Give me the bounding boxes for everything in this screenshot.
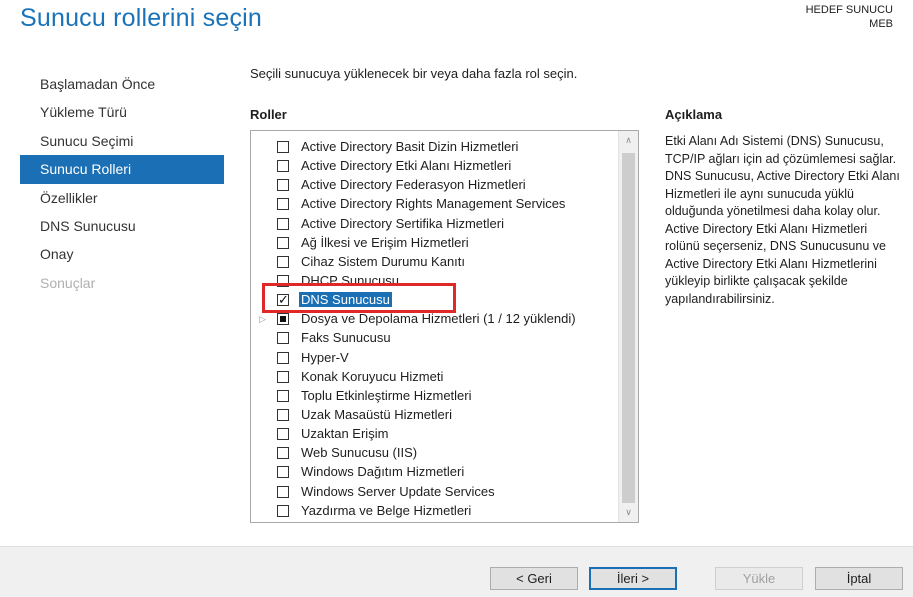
role-list-item[interactable]: Web Sunucusu (IIS)	[251, 444, 619, 463]
sidebar-step-item[interactable]: Özellikler	[20, 184, 224, 212]
role-label: Ağ İlkesi ve Erişim Hizmetleri	[301, 234, 469, 250]
role-label: Active Directory Etki Alanı Hizmetleri	[301, 158, 512, 174]
role-checkbox[interactable]	[277, 447, 289, 460]
role-checkbox[interactable]	[277, 332, 289, 345]
role-checkbox[interactable]	[277, 141, 289, 153]
sidebar-step-item[interactable]: DNS Sunucusu	[20, 212, 224, 240]
instruction-text: Seçili sunucuya yüklenecek bir veya daha…	[250, 66, 578, 81]
role-checkbox[interactable]	[277, 255, 289, 268]
destination-server-name: MEB	[869, 18, 893, 30]
role-label: Faks Sunucusu	[301, 330, 391, 346]
role-list-item[interactable]: Uzak Masaüstü Hizmetleri	[251, 406, 619, 425]
role-checkbox[interactable]	[277, 313, 289, 326]
role-list-item[interactable]: Cihaz Sistem Durumu Kanıtı	[251, 253, 619, 272]
role-label: Active Directory Basit Dizin Hizmetleri	[301, 139, 519, 154]
role-checkbox[interactable]	[277, 217, 289, 230]
role-checkbox[interactable]	[277, 160, 289, 173]
sidebar-step-item[interactable]: Sunucu Seçimi	[20, 127, 224, 155]
scroll-up-icon[interactable]: ∧	[619, 135, 638, 146]
description-heading: Açıklama	[665, 107, 723, 122]
description-text: Etki Alanı Adı Sistemi (DNS) Sunucusu, T…	[665, 134, 900, 306]
role-checkbox[interactable]	[277, 198, 289, 211]
role-label: Hyper-V	[301, 349, 349, 365]
roles-list[interactable]: Active Directory Basit Dizin Hizmetleri A…	[250, 130, 639, 523]
cancel-button[interactable]: İptal	[815, 567, 903, 590]
role-list-item[interactable]: Windows Dağıtım Hizmetleri	[251, 463, 619, 482]
destination-server-label: HEDEF SUNUCU	[805, 4, 893, 16]
role-list-item[interactable]: Toplu Etkinleştirme Hizmetleri	[251, 387, 619, 406]
role-list-item[interactable]: Active Directory Rights Management Servi…	[251, 195, 619, 214]
install-button[interactable]: Yükle	[715, 567, 803, 590]
role-label: Windows Server Update Services	[301, 483, 495, 499]
next-button[interactable]: İleri >	[589, 567, 677, 590]
page-title: Sunucu rollerini seçin	[20, 4, 263, 32]
role-checkbox[interactable]	[277, 504, 289, 517]
expand-arrow-icon[interactable]: ▷	[259, 314, 266, 325]
role-list-item[interactable]: Active Directory Federasyon Hizmetleri	[251, 176, 619, 195]
sidebar-step-item[interactable]: Başlamadan Önce	[20, 70, 224, 98]
scroll-down-icon[interactable]: ∨	[619, 507, 638, 518]
role-label: DNS Sunucusu	[299, 292, 392, 308]
role-label: Uzaktan Erişim	[301, 426, 389, 442]
role-checkbox[interactable]	[277, 236, 289, 249]
role-label: Windows Dağıtım Hizmetleri	[301, 464, 465, 480]
role-label: Uzak Masaüstü Hizmetleri	[301, 406, 452, 422]
role-label: Active Directory Federasyon Hizmetleri	[301, 177, 526, 193]
role-list-item[interactable]: Active Directory Etki Alanı Hizmetleri	[251, 157, 619, 176]
role-checkbox[interactable]	[277, 408, 289, 421]
role-label: Yazdırma ve Belge Hizmetleri	[301, 502, 472, 518]
role-label: Toplu Etkinleştirme Hizmetleri	[301, 387, 472, 403]
scrollbar-thumb[interactable]	[622, 153, 635, 503]
wizard-footer: < Geri İleri > Yükle İptal	[0, 546, 913, 597]
wizard-steps-sidebar: Başlamadan Önce Yükleme Türü Sunucu Seçimi…	[20, 70, 224, 297]
role-label: DHCP Sunucusu	[301, 272, 400, 288]
roles-list-scrollbar[interactable]: ∧ ∨	[618, 131, 638, 522]
role-label: Dosya ve Depolama Hizmetleri (1 / 12 yük…	[301, 311, 576, 327]
role-checkbox[interactable]	[277, 274, 289, 287]
role-label: Konak Koruyucu Hizmeti	[301, 368, 444, 384]
role-label: Active Directory Sertifika Hizmetleri	[301, 215, 504, 231]
role-list-item[interactable]: Konak Koruyucu Hizmeti	[251, 368, 619, 387]
role-checkbox[interactable]	[277, 389, 289, 402]
role-label: Web Sunucusu (IIS)	[301, 445, 418, 461]
role-list-item[interactable]: Uzaktan Erişim	[251, 425, 619, 444]
role-checkbox[interactable]	[277, 292, 289, 308]
roles-heading: Roller	[250, 107, 287, 122]
sidebar-step-item[interactable]: Sunucu Rolleri	[20, 155, 224, 184]
role-list-item[interactable]: Windows Server Update Services	[251, 483, 619, 502]
destination-server: HEDEF SUNUCU MEB	[806, 3, 893, 31]
role-label: Cihaz Sistem Durumu Kanıtı	[301, 253, 466, 269]
sidebar-step-item[interactable]: Yükleme Türü	[20, 98, 224, 126]
role-list-item[interactable]: ▷ Dosya ve Depolama Hizmetleri (1 / 12 yü…	[251, 310, 619, 329]
role-list-item[interactable]: Active Directory Sertifika Hizmetleri	[251, 215, 619, 234]
role-list-item[interactable]: Faks Sunucusu	[251, 329, 619, 348]
sidebar-step-item[interactable]: Onay	[20, 240, 224, 268]
role-checkbox[interactable]	[277, 466, 289, 479]
role-list-item[interactable]: Ağ İlkesi ve Erişim Hizmetleri	[251, 234, 619, 253]
back-button[interactable]: < Geri	[490, 567, 578, 590]
role-list-item[interactable]: Hyper-V	[251, 349, 619, 368]
role-list-item[interactable]: DNS Sunucusu	[251, 291, 619, 310]
role-label: Active Directory Rights Management Servi…	[301, 196, 566, 212]
role-list-item[interactable]: Active Directory Basit Dizin Hizmetleri	[251, 138, 619, 157]
role-list-item[interactable]: Yazdırma ve Belge Hizmetleri	[251, 502, 619, 521]
role-checkbox[interactable]	[277, 179, 289, 192]
role-checkbox[interactable]	[277, 485, 289, 498]
role-checkbox[interactable]	[277, 428, 289, 441]
sidebar-step-item: Sonuçlar	[40, 274, 96, 291]
role-list-item[interactable]: DHCP Sunucusu	[251, 272, 619, 291]
role-checkbox[interactable]	[277, 370, 289, 383]
role-checkbox[interactable]	[277, 351, 289, 364]
roles-list-rows: Active Directory Basit Dizin Hizmetleri A…	[251, 138, 619, 521]
